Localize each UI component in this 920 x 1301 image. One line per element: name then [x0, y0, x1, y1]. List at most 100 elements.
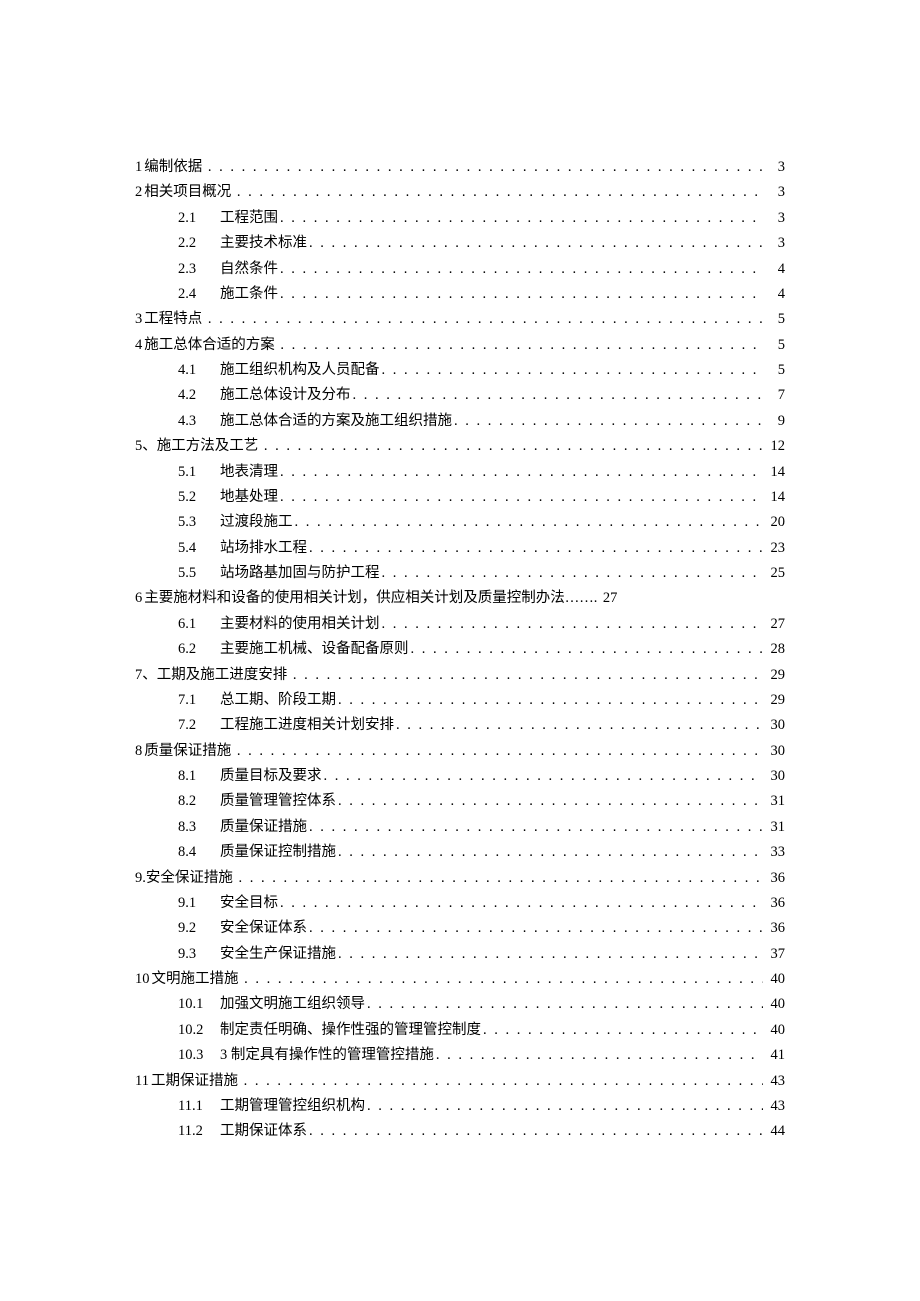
toc-leader-dots [396, 713, 763, 738]
toc-entry-page: 4 [765, 257, 785, 282]
toc-leader-dots [367, 1094, 763, 1119]
toc-entry-page: 40 [765, 1018, 785, 1043]
toc-entry-number: 4.2 [178, 383, 220, 408]
toc-entry-title: 工期保证措施 [151, 1069, 238, 1094]
toc-leader-dots [280, 891, 763, 916]
toc-entry-title: 安全保证措施 [146, 866, 233, 891]
toc-entry-title: 站场路基加固与防护工程 [220, 561, 380, 586]
toc-entry-title: 质量保证控制措施 [220, 840, 336, 865]
toc-entry-number: 2.1 [178, 206, 220, 231]
toc-entry-page: 36 [765, 891, 785, 916]
toc-entry-page: 25 [765, 561, 785, 586]
toc-entry-title: 总工期、阶段工期 [220, 688, 336, 713]
toc-entry-title: 工期管理管控组织机构 [220, 1094, 365, 1119]
toc-entry-number: 2.4 [178, 282, 220, 307]
toc-entry-page: 33 [765, 840, 785, 865]
toc-entry-number: 9.3 [178, 942, 220, 967]
toc-entry: 4.3施工总体合适的方案及施工组织措施9 [135, 409, 785, 434]
toc-entry: 8.2质量管理管控体系31 [135, 789, 785, 814]
toc-entry: 2.1工程范围3 [135, 206, 785, 231]
toc-entry-title: 施工组织机构及人员配备 [220, 358, 380, 383]
toc-entry-number: 10 [135, 967, 150, 992]
toc-entry-title: 3 制定具有操作性的管理管控措施 [220, 1043, 434, 1068]
toc-entry-number: 4 [135, 333, 142, 358]
toc-entry: 4.2施工总体设计及分布 7 [135, 383, 785, 408]
toc-entry-page: 3 [765, 206, 785, 231]
table-of-contents: 1 编制依据 32 相关项目概况 32.1工程范围32.2主要技术标准32.3自… [135, 155, 785, 1145]
toc-entry-number: 2.2 [178, 231, 220, 256]
toc-entry: 7.1总工期、阶段工期29 [135, 688, 785, 713]
toc-entry-title: 质量目标及要求 [220, 764, 322, 789]
toc-entry-title: 安全保证体系 [220, 916, 307, 941]
toc-entry-page: 31 [765, 815, 785, 840]
toc-leader-dots [208, 307, 763, 332]
toc-entry-page: 14 [765, 485, 785, 510]
toc-entry-title: 主要材料的使用相关计划 [220, 612, 380, 637]
toc-entry: 6.1主要材料的使用相关计划27 [135, 612, 785, 637]
toc-entry: 8.1质量目标及要求30 [135, 764, 785, 789]
toc-entry-title: 主要技术标准 [220, 231, 307, 256]
toc-entry-title: 工程施工进度相关计划安排 [220, 713, 394, 738]
toc-entry: 2.2主要技术标准3 [135, 231, 785, 256]
toc-leader-dots [309, 536, 763, 561]
toc-entry-number: 11.1 [178, 1094, 220, 1119]
toc-leader-dots [324, 764, 764, 789]
toc-entry-page: 12 [765, 434, 785, 459]
toc-entry: 2 相关项目概况 3 [135, 180, 785, 205]
toc-entry-page: 44 [765, 1119, 785, 1144]
toc-leader-dots [280, 257, 763, 282]
toc-entry-title: 制定责任明确、操作性强的管理管控制度 [220, 1018, 481, 1043]
toc-entry-page: 7 [765, 383, 785, 408]
toc-entry: 10.33 制定具有操作性的管理管控措施41 [135, 1043, 785, 1068]
toc-entry-page: 27 [597, 586, 617, 611]
toc-entry-number: 10.2 [178, 1018, 220, 1043]
toc-entry-number: 6.2 [178, 637, 220, 662]
toc-entry-title: 施工条件 [220, 282, 278, 307]
toc-entry: 8.4质量保证控制措施33 [135, 840, 785, 865]
toc-entry-number: 8 [135, 739, 142, 764]
toc-entry: 5.4站场排水工程23 [135, 536, 785, 561]
toc-entry-page: 40 [765, 967, 785, 992]
toc-leader-dots [244, 967, 763, 992]
toc-entry-title: 编制依据 [144, 155, 202, 180]
toc-entry: 6.2主要施工机械、设备配备原则28 [135, 637, 785, 662]
toc-leader-dots [454, 409, 763, 434]
toc-entry-page: 43 [765, 1094, 785, 1119]
toc-entry-title: 施工总体设计及分布 [220, 383, 351, 408]
toc-entry-number: 5.3 [178, 510, 220, 535]
toc-entry-number: 4.3 [178, 409, 220, 434]
toc-entry-number: 8.1 [178, 764, 220, 789]
toc-entry-number: 5.1 [178, 460, 220, 485]
toc-leader-dots [208, 155, 763, 180]
toc-entry-page: 20 [765, 510, 785, 535]
toc-entry-page: 5 [765, 307, 785, 332]
toc-leader-dots [338, 688, 763, 713]
toc-entry-page: 30 [765, 713, 785, 738]
toc-leader-dots [309, 1119, 763, 1144]
toc-entry-number: 9.2 [178, 916, 220, 941]
toc-leader-dots [338, 942, 763, 967]
toc-entry-title: 过渡段施工 [220, 510, 293, 535]
toc-entry-number: 6.1 [178, 612, 220, 637]
toc-entry-number: 1 [135, 155, 142, 180]
toc-entry: 11 工期保证措施 43 [135, 1069, 785, 1094]
toc-entry-number: 5.4 [178, 536, 220, 561]
toc-entry-title: 质量管理管控体系 [220, 789, 336, 814]
toc-entry-title: 工期及施工进度安排 [157, 663, 288, 688]
toc-entry: 9.2安全保证体系36 [135, 916, 785, 941]
toc-leader-dots [293, 663, 763, 688]
toc-leader-dots [382, 358, 764, 383]
toc-entry: 9.3安全生产保证措施37 [135, 942, 785, 967]
toc-leader-dots [280, 460, 763, 485]
toc-entry: 9.1安全目标36 [135, 891, 785, 916]
toc-entry-page: 28 [765, 637, 785, 662]
toc-entry-number: 5.5 [178, 561, 220, 586]
toc-entry: 7.2工程施工进度相关计划安排30 [135, 713, 785, 738]
toc-leader-dots [237, 739, 763, 764]
toc-entry: 5.5站场路基加固与防护工程 25 [135, 561, 785, 586]
toc-leader-dots [295, 510, 764, 535]
toc-entry-page: 5 [765, 333, 785, 358]
toc-leader-dots [239, 866, 764, 891]
toc-entry: 11.1工期管理管控组织机构 43 [135, 1094, 785, 1119]
toc-entry-page: 23 [765, 536, 785, 561]
